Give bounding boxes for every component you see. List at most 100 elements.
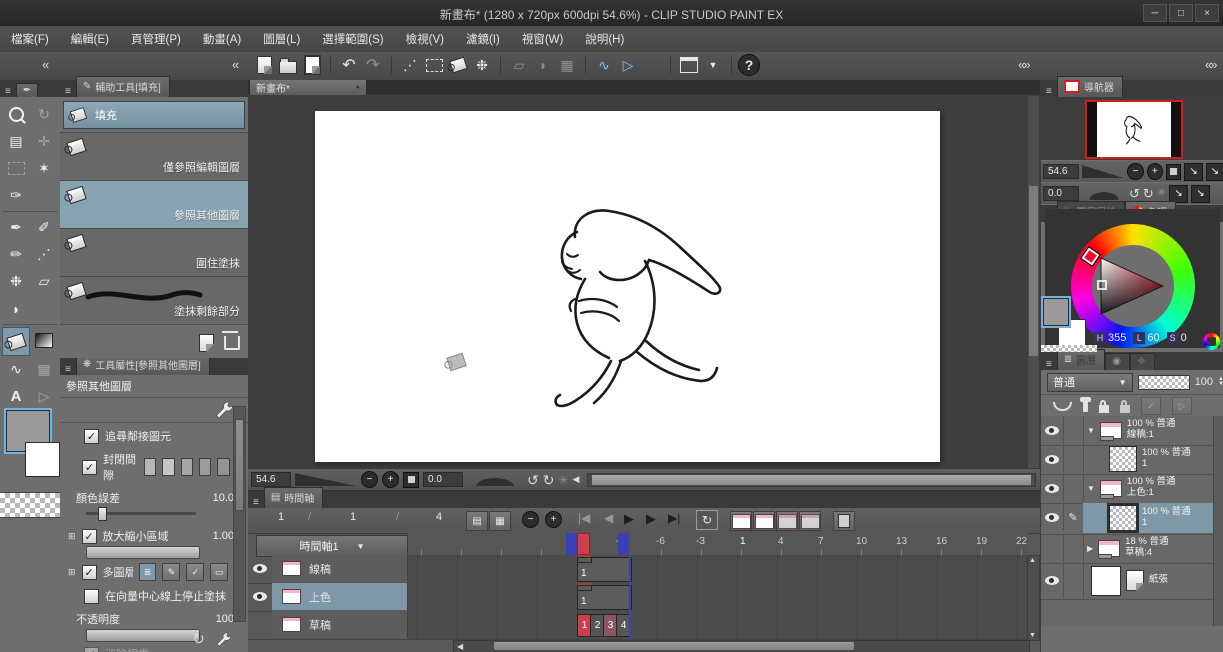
snap-grid-button[interactable] [640,54,664,76]
rotation-slider[interactable] [467,473,523,486]
tool-panel-tab[interactable]: ✒ [15,83,39,97]
reset-all-button[interactable]: ↘ [1191,184,1211,203]
zoom-out-button[interactable]: − [361,471,378,488]
maximize-button[interactable]: □ [1169,4,1193,22]
reset-view-button[interactable]: ↘ [1169,184,1189,203]
layer-row-paper[interactable]: 紙張 [1041,563,1223,600]
animation-cels-tab[interactable]: ◉ [1105,353,1130,370]
clip-start-marker[interactable] [566,533,577,555]
canvas-horizontal-scrollbar[interactable] [587,472,1036,487]
document-close-icon[interactable]: ● [356,84,360,91]
ref-folder-button[interactable]: ▭ [210,563,229,581]
expand-plus-icon[interactable]: ⊞ [68,567,76,577]
ref-selected-button[interactable]: ✓ [186,563,205,581]
timeline-zoom-in-button[interactable]: + [545,511,562,528]
color-margin-value[interactable]: 10.0 [213,492,234,504]
eye-icon[interactable] [253,564,267,573]
fill-tool[interactable] [2,327,30,356]
eye-icon[interactable] [1045,512,1059,522]
scroll-left-icon[interactable]: ◀ [573,475,580,484]
workspace-button[interactable] [677,54,701,76]
timeline-ruler[interactable]: -12 -9 -6 -3 1 4 7 10 13 16 19 22 25 28 … [408,533,1147,556]
go-to-start-button[interactable]: |◀ [578,511,590,525]
blend-mode-dropdown[interactable]: 普通 ▼ [1047,372,1133,392]
reset-settings-icon[interactable]: ↻ [192,632,205,647]
zoom-in-button[interactable]: + [382,471,399,488]
layer-search-tab[interactable]: ❖ [1129,353,1155,370]
color-wheel-mode-icon[interactable] [1203,333,1220,350]
invert-selection-button[interactable]: ❉ [470,54,494,76]
prop-close-gap[interactable]: ✓ 封閉間隙 ▶ [60,446,248,485]
delete-cel-button[interactable] [776,511,798,531]
blend-tool[interactable]: ◗ [2,295,30,322]
lock-transparent-pixels-icon[interactable] [1120,399,1130,413]
undo-button[interactable]: ↶ [337,54,361,76]
collapse-subtool-panel-icon[interactable]: « [232,58,239,71]
layer-row-rough-folder[interactable]: ▶ 18 % 普通 草稿:4 [1041,534,1223,564]
canvas-vertical-scrollbar[interactable] [1027,95,1040,470]
menu-filter[interactable]: 濾鏡(I) [455,26,511,52]
navigator-rotation-value[interactable]: 0.0 [1043,186,1079,201]
navigator-rotate-ccw-button[interactable]: ↺ [1129,187,1140,200]
wrench-icon[interactable] [214,400,234,420]
layer-opacity-value[interactable]: 100 [1195,376,1213,388]
delete-subtool-button[interactable] [222,331,240,350]
gap-size-4[interactable] [199,458,212,476]
timeline-tab[interactable]: ▤ 時間軸 [263,487,324,508]
gradient-tool[interactable] [30,327,58,354]
layer-tab[interactable]: ≣ 圖層 [1056,349,1106,370]
set-as-draft-icon[interactable]: ✓ [1141,397,1161,415]
subtool-tab[interactable]: ✎ 輔助工具[填充] [75,76,170,97]
checkbox-checked[interactable]: ✓ [81,459,97,475]
checkbox-checked[interactable]: ✓ [84,646,99,652]
canvas[interactable] [315,111,940,462]
current-frame-marker[interactable] [577,533,590,555]
layer-row-color-cel-selected[interactable]: ✎ 100 % 普通 1 [1041,503,1223,535]
rotate-view-tool[interactable]: ↻ [30,101,58,128]
subtool-item-refer-editing-layer[interactable]: 僅參照編輯圖層 [60,133,248,181]
pencil-tool[interactable]: ✐ [30,214,58,241]
zoom-tool[interactable] [2,101,30,128]
timeline-horizontal-scrollbar[interactable]: ◀ [453,640,1030,652]
start-frame[interactable]: 1 [350,511,356,523]
scale-area-slider[interactable] [86,546,200,559]
checkbox-unchecked[interactable] [84,588,99,604]
next-frame-button[interactable]: ▶ [646,511,656,527]
timeline-zoom-out-button[interactable]: − [522,511,539,528]
grid-button[interactable]: ▦ [555,54,579,76]
subtool-item-paint-unfilled[interactable]: 塗抹剩餘部分 [60,277,248,325]
clip-to-layer-below-icon[interactable] [1053,401,1072,411]
frame-border-tool[interactable]: ▦ [30,356,58,383]
subtool-item-refer-other-layers[interactable]: 參照其他圖層 [60,181,248,229]
navigator-rotate-cw-button[interactable]: ↻ [1143,187,1154,200]
wrench-icon[interactable] [215,631,232,648]
new-cel-button[interactable] [730,511,752,531]
subtool-group-fill[interactable]: 填充 [63,101,245,129]
navigator-view-frame[interactable] [1085,100,1183,159]
sat-value[interactable]: 0 [1181,332,1187,344]
navigator-zoom-value[interactable]: 54.6 [1043,164,1079,179]
menu-selection[interactable]: 選擇範圍(S) [311,26,394,52]
previous-frame-button[interactable]: ◀ [604,511,613,525]
select-area-button[interactable] [422,54,446,76]
opacity-slider[interactable] [86,629,200,642]
border-effect-button[interactable]: ▱ [507,54,531,76]
decoration-tool[interactable]: ❉ [2,268,30,295]
checkbox-checked[interactable]: ✓ [84,428,99,444]
figure-tool[interactable]: ∿ [2,356,30,383]
menu-edit[interactable]: 編輯(E) [60,26,120,52]
deselect-button[interactable]: ⋰ [398,54,422,76]
cel-bar[interactable]: 1 [577,557,632,582]
layer-opacity-slider[interactable] [1137,374,1190,390]
navigator-zoom-in-button[interactable]: + [1146,163,1163,180]
fill-tone-button[interactable]: ◗ [531,54,555,76]
current-frame[interactable]: 1 [278,511,284,523]
rotate-ccw-button[interactable]: ↺ [527,473,539,487]
menu-animation[interactable]: 動畫(A) [192,26,252,52]
minimize-button[interactable]: ─ [1143,4,1167,22]
sub-color-swatch[interactable] [25,442,60,477]
toolprop-tab[interactable]: ❋ 工具屬性[參照其他圖層] [75,358,210,375]
expand-icon[interactable]: ▶ [1087,544,1093,553]
prop-trace-adjacent[interactable]: ✓ 追尋鄰接圖元 [60,423,248,446]
ruler-icon[interactable]: ▷ [1172,397,1192,415]
